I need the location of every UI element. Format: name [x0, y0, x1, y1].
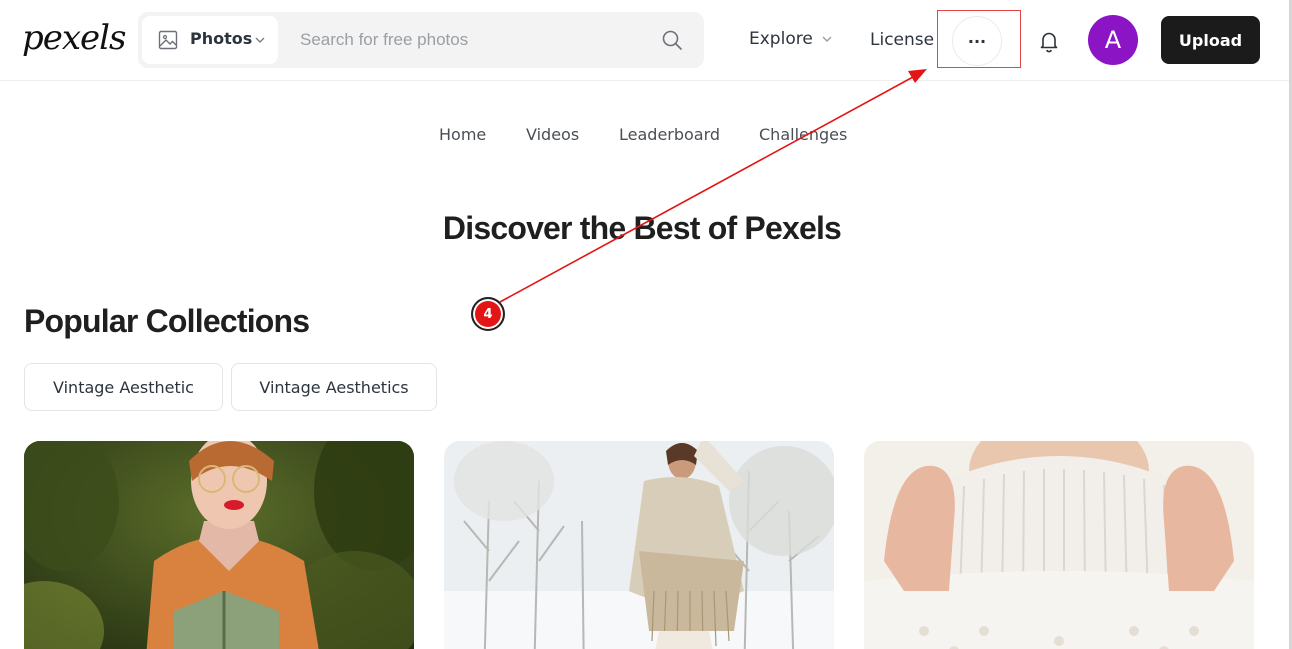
collection-photo [444, 441, 834, 649]
collection-photo [864, 441, 1254, 649]
page: pexels Photos Explore [0, 0, 1289, 649]
annotation-step-badge: 4 [471, 297, 505, 331]
search-bar: Photos [138, 12, 704, 68]
chevron-down-icon [255, 37, 265, 43]
search-type-dropdown[interactable]: Photos [142, 16, 278, 64]
pexels-logo[interactable]: pexels [22, 18, 127, 58]
page-title: Discover the Best of Pexels [442, 210, 842, 246]
chevron-down-icon [822, 36, 832, 42]
subnav-videos[interactable]: Videos [526, 125, 579, 144]
subnav-home[interactable]: Home [439, 125, 486, 144]
subnav-leaderboard[interactable]: Leaderboard [619, 125, 720, 144]
user-avatar[interactable]: A [1088, 15, 1138, 65]
sub-navigation: Home Videos Leaderboard Challenges [0, 125, 1289, 149]
more-options-button[interactable]: ··· [952, 16, 1002, 66]
collection-card[interactable] [864, 441, 1254, 649]
collection-chip[interactable]: Vintage Aesthetic [24, 363, 223, 411]
license-link[interactable]: License [870, 30, 934, 50]
image-icon [158, 30, 178, 50]
more-dots-icon: ··· [967, 31, 987, 51]
search-type-label: Photos [190, 29, 253, 48]
bell-icon[interactable] [1034, 26, 1064, 56]
subnav-challenges[interactable]: Challenges [759, 125, 847, 144]
top-header: pexels Photos Explore [0, 0, 1289, 81]
search-input[interactable] [288, 20, 648, 60]
collection-card[interactable] [444, 441, 834, 649]
collection-card[interactable] [24, 441, 414, 649]
collection-chip[interactable]: Vintage Aesthetics [231, 363, 437, 411]
search-icon[interactable] [660, 28, 684, 52]
upload-button[interactable]: Upload [1161, 16, 1260, 64]
explore-label: Explore [749, 29, 813, 49]
collection-photo [24, 441, 414, 649]
explore-menu[interactable]: Explore [749, 29, 833, 49]
popular-collections-heading: Popular Collections [24, 303, 310, 339]
